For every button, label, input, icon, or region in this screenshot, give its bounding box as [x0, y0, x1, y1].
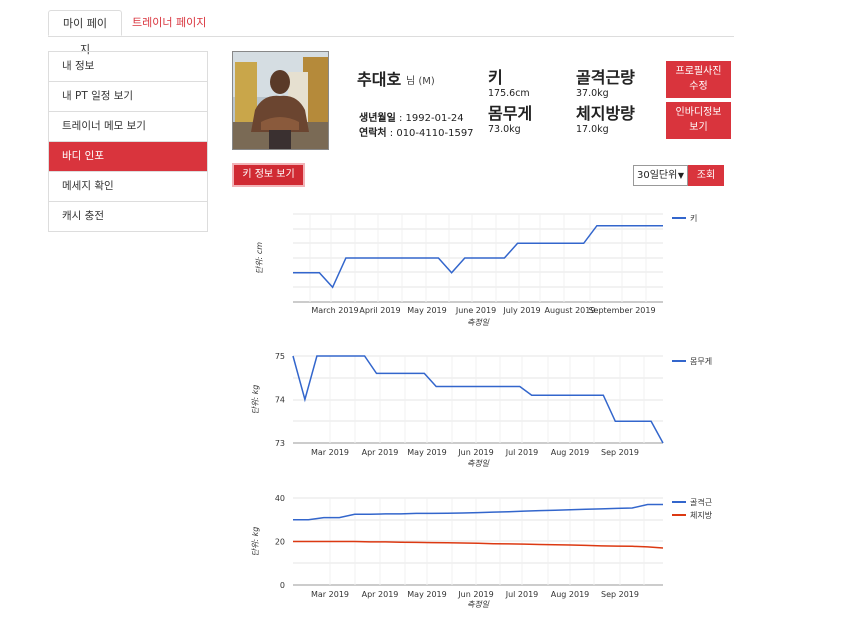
chart-0-x-tick-label: September 2019 [588, 306, 655, 315]
chart-1-x-tick-label: Jun 2019 [457, 448, 493, 457]
chart-2-y-axis-title: 단위: kg [251, 527, 260, 557]
chart-0-x-tick-label: July 2019 [502, 306, 540, 315]
chart-2-y-tick-label: 20 [275, 538, 285, 547]
chart-0-legend-label-0: 키 [690, 214, 697, 223]
chart-1-x-axis-title: 측정일 [467, 459, 490, 468]
chart-2-y-tick-label: 40 [275, 494, 285, 503]
chart-0-series-line-0 [293, 224, 663, 289]
chart-1-y-tick-label: 75 [275, 352, 285, 361]
chart-2-series-line-0 [293, 503, 663, 521]
chart-0-x-axis-title: 측정일 [467, 318, 490, 327]
chart-2-legend-label-0: 골격근 [690, 497, 712, 507]
chart-0-x-tick-label: May 2019 [407, 306, 446, 315]
chart-2-y-tick-label: 0 [280, 581, 285, 590]
charts-canvas: March 2019 April 2019 May 2019 June 2019 Jul… [251, 213, 713, 609]
chart-2-x-tick-label: Sep 2019 [601, 590, 639, 599]
chart-1-x-tick-label: Mar 2019 [311, 448, 349, 457]
chart-2-x-axis-title: 측정일 [467, 600, 490, 609]
chart-2-x-tick-label: Jun 2019 [457, 590, 493, 599]
chart-1-x-tick-label: Sep 2019 [601, 448, 639, 457]
chart-2-x-tick-label: Apr 2019 [362, 590, 399, 599]
chart-2-x-tick-label: Mar 2019 [311, 590, 349, 599]
chart-0-x-tick-label: June 2019 [455, 306, 496, 315]
chart-1-x-tick-label: May 2019 [407, 448, 446, 457]
chart-2-legend-label-1: 체지방 [690, 510, 713, 520]
chart-1-y-axis-title: 단위: kg [251, 385, 260, 415]
chart-1-x-tick-label: Jul 2019 [505, 448, 539, 457]
chart-1-legend-label-0: 몸무게 [690, 356, 712, 366]
chart-2-x-tick-label: Aug 2019 [551, 590, 590, 599]
chart-1-x-tick-label: Aug 2019 [551, 448, 590, 457]
chart-2-x-tick-label: May 2019 [407, 590, 446, 599]
chart-2-series-line-1 [293, 540, 664, 549]
chart-1-y-tick-label: 73 [275, 439, 285, 448]
chart-0-x-tick-label: March 2019 [311, 306, 358, 315]
chart-2-x-tick-label: Jul 2019 [505, 590, 539, 599]
chart-1-x-tick-label: Apr 2019 [362, 448, 399, 457]
chart-0-y-axis-title: 단위: cm [255, 242, 264, 274]
chart-1-y-tick-label: 74 [275, 396, 285, 405]
chart-0-x-tick-label: April 2019 [359, 306, 400, 315]
